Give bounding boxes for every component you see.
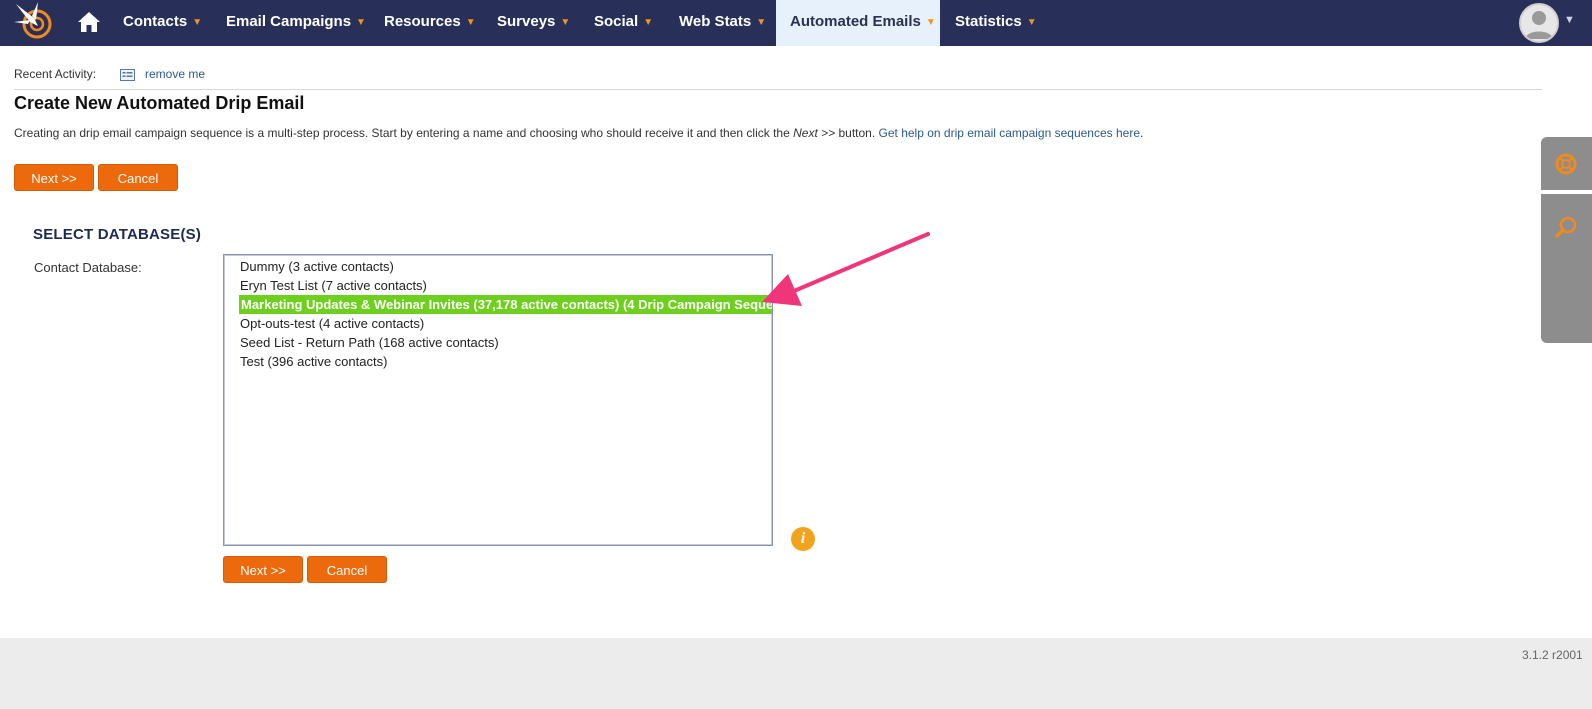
database-option[interactable]: Test (396 active contacts) bbox=[240, 352, 387, 371]
list-icon bbox=[120, 69, 135, 81]
caret-down-icon: ▼ bbox=[925, 17, 936, 28]
database-option[interactable]: Eryn Test List (7 active contacts) bbox=[240, 276, 427, 295]
footer bbox=[0, 638, 1592, 709]
cancel-button-top[interactable]: Cancel bbox=[98, 164, 178, 191]
section-title: SELECT DATABASE(S) bbox=[33, 226, 202, 243]
lifebuoy-icon[interactable] bbox=[1554, 152, 1578, 176]
cancel-button-bottom[interactable]: Cancel bbox=[307, 556, 387, 583]
nav-statistics[interactable]: Statistics ▼ bbox=[955, 0, 1037, 46]
caret-down-icon: ▼ bbox=[643, 17, 654, 28]
page-title: Create New Automated Drip Email bbox=[14, 93, 305, 113]
caret-down-icon: ▼ bbox=[756, 17, 767, 28]
contact-database-label: Contact Database: bbox=[34, 260, 142, 275]
database-option-selected[interactable]: Marketing Updates & Webinar Invites (37,… bbox=[239, 295, 772, 314]
caret-down-icon: ▼ bbox=[356, 17, 366, 28]
logo-icon[interactable] bbox=[12, 0, 56, 44]
side-panel-divider bbox=[1541, 190, 1592, 194]
user-icon bbox=[1525, 11, 1553, 39]
page-description: Creating an drip email campaign sequence… bbox=[14, 126, 1144, 140]
recent-activity-link[interactable]: remove me bbox=[145, 67, 205, 81]
caret-down-icon: ▼ bbox=[1026, 17, 1037, 28]
nav-surveys[interactable]: Surveys ▼ bbox=[497, 0, 570, 46]
caret-down-icon: ▼ bbox=[560, 17, 571, 28]
caret-down-icon: ▼ bbox=[192, 17, 203, 28]
user-menu-caret-icon[interactable]: ▼ bbox=[1564, 14, 1575, 26]
divider bbox=[14, 89, 1542, 90]
caret-down-icon: ▼ bbox=[465, 17, 476, 28]
recent-activity-label: Recent Activity: bbox=[14, 67, 97, 81]
nav-contacts[interactable]: Contacts ▼ bbox=[123, 0, 202, 46]
info-icon[interactable]: i bbox=[791, 527, 815, 551]
next-button-top[interactable]: Next >> bbox=[14, 164, 94, 191]
search-icon[interactable] bbox=[1554, 215, 1578, 239]
home-icon[interactable] bbox=[76, 10, 102, 34]
contact-database-listbox[interactable]: Dummy (3 active contacts) Eryn Test List… bbox=[223, 254, 773, 546]
nav-automated-emails[interactable]: Automated Emails ▼ bbox=[776, 0, 940, 46]
database-option[interactable]: Opt-outs-test (4 active contacts) bbox=[240, 314, 424, 333]
nav-social[interactable]: Social ▼ bbox=[594, 0, 653, 46]
nav-web-stats[interactable]: Web Stats ▼ bbox=[679, 0, 766, 46]
database-option[interactable]: Seed List - Return Path (168 active cont… bbox=[240, 333, 499, 352]
database-option[interactable]: Dummy (3 active contacts) bbox=[240, 257, 394, 276]
nav-resources[interactable]: Resources ▼ bbox=[384, 0, 476, 46]
top-nav: Contacts ▼ Email Campaigns ▼ Resources ▼ Su… bbox=[0, 0, 1592, 46]
help-link[interactable]: Get help on drip email campaign sequence… bbox=[879, 126, 1141, 140]
nav-email-campaigns[interactable]: Email Campaigns ▼ bbox=[226, 0, 366, 46]
next-button-bottom[interactable]: Next >> bbox=[223, 556, 303, 583]
annotation-arrow-icon bbox=[762, 232, 930, 306]
user-avatar[interactable] bbox=[1519, 3, 1559, 43]
version-text: 3.1.2 r2001 bbox=[1522, 648, 1583, 662]
